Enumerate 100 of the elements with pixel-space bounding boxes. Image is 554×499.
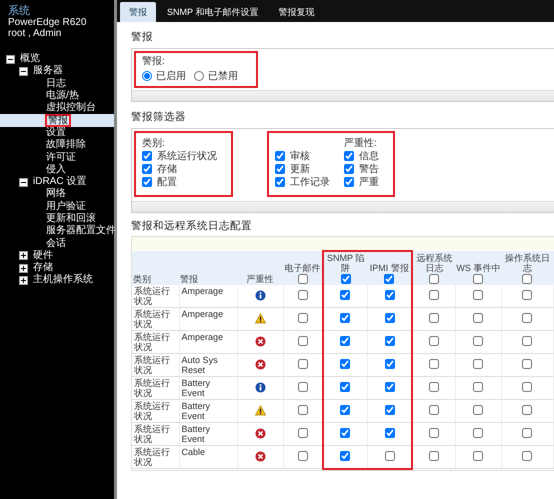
checkbox[interactable] (522, 290, 532, 300)
checkbox[interactable] (429, 405, 440, 416)
checkbox[interactable] (429, 313, 440, 324)
checkbox[interactable] (340, 274, 351, 284)
checkbox[interactable] (429, 274, 440, 284)
checkbox[interactable] (340, 451, 350, 462)
checkbox[interactable] (275, 164, 285, 174)
checkbox[interactable] (473, 336, 484, 346)
checkbox[interactable] (384, 428, 395, 438)
checkbox[interactable] (473, 451, 484, 462)
checkbox[interactable] (298, 428, 308, 438)
checkbox[interactable] (142, 151, 152, 161)
checkbox[interactable] (340, 359, 350, 370)
checkbox[interactable] (340, 313, 350, 324)
checkbox[interactable] (384, 313, 395, 324)
checkbox[interactable] (384, 359, 395, 370)
sidebar-item[interactable]: 会话 (45, 238, 67, 250)
minus-icon[interactable] (19, 66, 28, 76)
sidebar-item[interactable]: 故障排除 (45, 139, 87, 152)
checkbox-label: 工作记录 (290, 176, 330, 188)
checkbox-label: 警告 (359, 162, 379, 176)
checkbox[interactable] (473, 359, 484, 370)
checkbox[interactable] (429, 428, 440, 438)
checkbox[interactable] (473, 405, 484, 416)
sidebar-item[interactable]: 用户验证 (45, 200, 87, 213)
checkbox[interactable] (298, 336, 308, 346)
sidebar-item[interactable]: 电源/热 (45, 90, 80, 102)
sidebar-item[interactable]: 虚拟控制台 (45, 102, 97, 114)
sidebar-item[interactable]: iDRAC 设置 (32, 176, 88, 188)
checkbox[interactable] (298, 382, 308, 392)
checkbox[interactable] (522, 405, 532, 416)
checkbox[interactable] (429, 290, 440, 300)
checkbox[interactable] (384, 336, 395, 346)
sidebar-item[interactable]: 网络 (45, 188, 67, 200)
checkbox[interactable] (344, 177, 354, 187)
checkbox[interactable] (344, 151, 354, 161)
checkbox[interactable] (522, 359, 532, 370)
checkbox[interactable] (522, 451, 532, 462)
checkbox[interactable] (340, 405, 350, 416)
checkbox[interactable] (473, 274, 484, 284)
checkbox[interactable] (522, 313, 532, 324)
table-cell: Auto Sys Reset (179, 354, 238, 377)
minus-icon[interactable] (19, 178, 28, 187)
checkbox[interactable] (142, 164, 152, 174)
checkbox[interactable] (473, 290, 484, 300)
checkbox[interactable] (275, 151, 285, 161)
checkbox[interactable] (344, 164, 354, 174)
tab[interactable]: 警报复现 (269, 2, 324, 22)
sidebar-item[interactable]: 日志 (45, 78, 67, 90)
checkbox-label: 存储 (157, 162, 177, 176)
checkbox[interactable] (522, 382, 532, 392)
radio-label: 已启用 (156, 70, 186, 84)
table-cell: Battery Event (179, 422, 238, 446)
plus-icon[interactable] (19, 251, 28, 260)
minus-icon[interactable] (6, 54, 15, 64)
sidebar-item[interactable]: 设置 (45, 126, 67, 139)
tab[interactable]: SNMP 和电子邮件设置 (158, 2, 268, 22)
sidebar-item[interactable]: 警报 (45, 114, 71, 128)
checkbox[interactable] (384, 382, 395, 392)
checkbox[interactable] (522, 428, 532, 438)
checkbox[interactable] (522, 274, 532, 284)
sidebar-item[interactable]: 更新和回滚 (45, 213, 97, 225)
checkbox[interactable] (298, 290, 308, 300)
checkbox[interactable] (384, 290, 395, 300)
sidebar-item[interactable]: 硬件 (32, 250, 54, 262)
sidebar-item[interactable]: 许可证 (45, 152, 77, 164)
tab[interactable]: 警报 (120, 2, 156, 22)
checkbox[interactable] (298, 274, 308, 284)
plus-icon[interactable] (19, 264, 28, 273)
checkbox[interactable] (298, 313, 308, 324)
sidebar-item[interactable]: 概览 (19, 53, 41, 66)
radio-button[interactable] (142, 71, 152, 82)
sidebar-item[interactable]: 存储 (32, 262, 54, 274)
checkbox[interactable] (384, 451, 395, 462)
section-title: 警报 (131, 30, 154, 45)
checkbox[interactable] (429, 359, 440, 370)
plus-icon[interactable] (19, 276, 28, 285)
checkbox[interactable] (275, 177, 285, 187)
checkbox[interactable] (298, 451, 308, 462)
checkbox[interactable] (522, 336, 532, 346)
checkbox[interactable] (340, 428, 350, 438)
checkbox[interactable] (429, 382, 440, 392)
sidebar-item[interactable]: 服务器 (32, 65, 64, 78)
checkbox[interactable] (340, 336, 350, 346)
checkbox[interactable] (429, 336, 440, 346)
checkbox[interactable] (473, 313, 484, 324)
sidebar-item[interactable]: 服务器配置文件 (45, 225, 117, 238)
sidebar-item[interactable]: 主机操作系统 (32, 274, 94, 286)
checkbox[interactable] (473, 382, 484, 392)
checkbox[interactable] (298, 359, 308, 370)
checkbox[interactable] (298, 405, 308, 416)
radio-button[interactable] (194, 71, 204, 82)
sidebar-item[interactable]: 侵入 (45, 164, 67, 176)
checkbox[interactable] (384, 405, 395, 416)
checkbox[interactable] (340, 382, 350, 392)
checkbox[interactable] (384, 274, 394, 284)
checkbox[interactable] (340, 290, 350, 300)
checkbox[interactable] (142, 177, 152, 187)
checkbox[interactable] (429, 451, 440, 462)
checkbox[interactable] (473, 428, 484, 438)
